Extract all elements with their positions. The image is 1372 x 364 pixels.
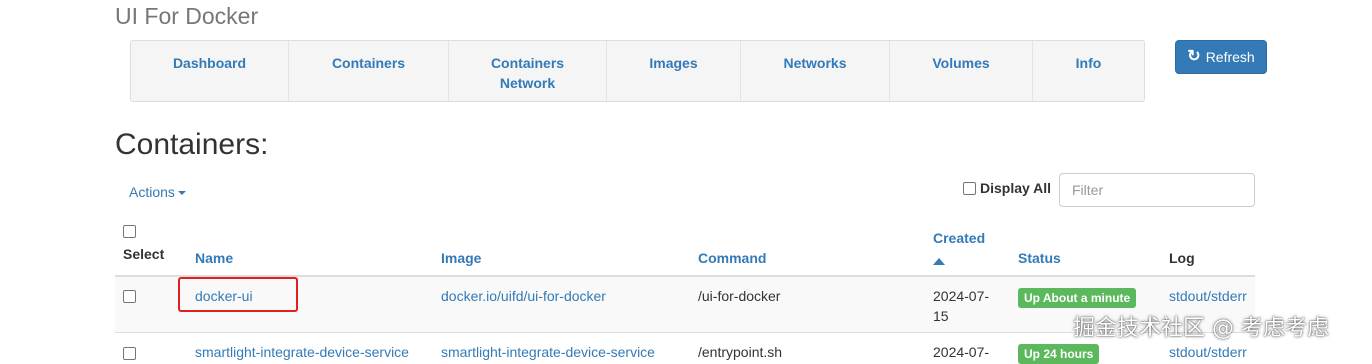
main-nav: Dashboard Containers Containers Network … bbox=[130, 40, 1145, 102]
log-link[interactable]: stdout/stderr bbox=[1169, 342, 1247, 362]
display-all-label: Display All bbox=[980, 180, 1052, 196]
chevron-down-icon bbox=[177, 191, 186, 196]
container-image-link[interactable]: smartlight-integrate-device-service bbox=[441, 342, 655, 362]
app-title: UI For Docker bbox=[115, 3, 259, 29]
sort-ascending-icon bbox=[933, 258, 945, 265]
header-status[interactable]: Status bbox=[1018, 250, 1061, 266]
highlight-annotation bbox=[178, 277, 298, 312]
header-name[interactable]: Name bbox=[195, 250, 233, 266]
nav-dashboard[interactable]: Dashboard bbox=[131, 41, 289, 101]
refresh-label: Refresh bbox=[1205, 49, 1255, 65]
filter-input[interactable] bbox=[1059, 173, 1255, 207]
container-command: /ui-for-docker bbox=[698, 288, 781, 304]
nav-networks[interactable]: Networks bbox=[741, 41, 890, 101]
header-created[interactable]: Created bbox=[933, 230, 985, 268]
display-all-toggle[interactable]: Display All bbox=[963, 180, 1051, 196]
nav-containers[interactable]: Containers bbox=[289, 41, 449, 101]
log-link[interactable]: stdout/stderr bbox=[1169, 286, 1247, 306]
header-select: Select bbox=[123, 246, 165, 262]
actions-label: Actions bbox=[129, 184, 175, 200]
select-all-checkbox[interactable] bbox=[123, 225, 136, 238]
container-created: 2024-07- 15 bbox=[933, 288, 990, 324]
header-command[interactable]: Command bbox=[698, 250, 766, 266]
actions-dropdown[interactable]: Actions bbox=[129, 184, 186, 200]
display-all-checkbox[interactable] bbox=[963, 181, 976, 195]
header-created-label: Created bbox=[933, 230, 986, 246]
row-select-checkbox[interactable] bbox=[123, 347, 136, 360]
status-badge: Up About a minute bbox=[1018, 288, 1137, 308]
refresh-button[interactable]: ↻ Refresh bbox=[1175, 40, 1267, 74]
nav-containers-network[interactable]: Containers Network bbox=[449, 41, 607, 101]
watermark-text: 掘金技术社区 @ 考虑考虑 bbox=[1073, 316, 1329, 341]
container-command: /entrypoint.sh bbox=[698, 344, 783, 360]
status-badge: Up 24 hours bbox=[1018, 344, 1100, 364]
container-name-link[interactable]: smartlight-integrate-device-service bbox=[195, 342, 409, 362]
header-log: Log bbox=[1169, 250, 1195, 266]
container-image-link[interactable]: docker.io/uifd/ui-for-docker bbox=[441, 286, 606, 306]
header-image[interactable]: Image bbox=[441, 250, 481, 266]
nav-volumes[interactable]: Volumes bbox=[890, 41, 1033, 101]
page-title: Containers: bbox=[115, 128, 269, 161]
nav-info[interactable]: Info bbox=[1033, 41, 1144, 101]
row-select-checkbox[interactable] bbox=[123, 290, 136, 303]
refresh-icon: ↻ bbox=[1187, 48, 1201, 65]
nav-images[interactable]: Images bbox=[607, 41, 741, 101]
container-created: 2024-07- bbox=[933, 344, 990, 360]
